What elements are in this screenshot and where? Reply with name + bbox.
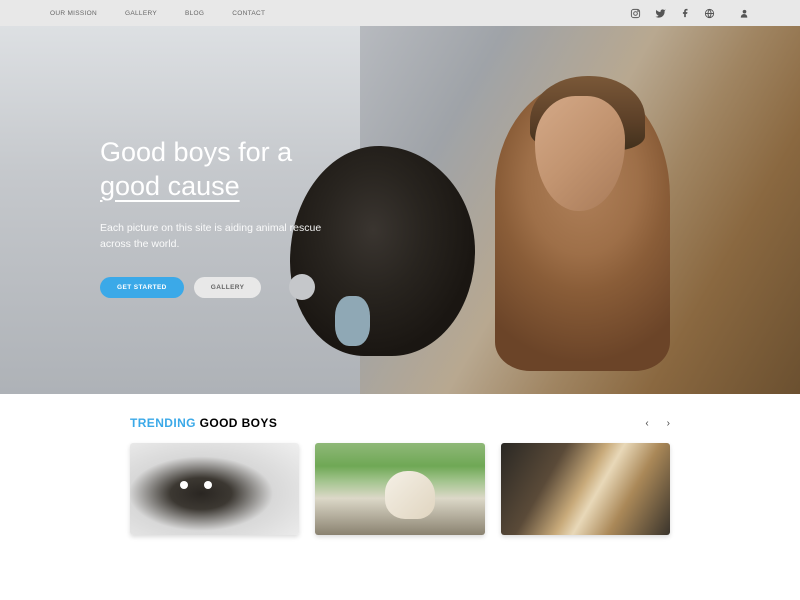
user-icon[interactable]	[739, 8, 750, 19]
hero-section: Good boys for a good cause Each picture …	[0, 26, 800, 394]
carousel-prev-icon[interactable]: ‹	[645, 418, 648, 429]
trending-header: TRENDING GOOD BOYS ‹ ›	[130, 416, 670, 430]
trending-cards	[130, 443, 670, 535]
trending-section: TRENDING GOOD BOYS ‹ ›	[0, 394, 800, 535]
carousel-next-icon[interactable]: ›	[667, 418, 670, 429]
hero-buttons: GET STARTED GALLERY	[100, 274, 330, 300]
trending-card-2[interactable]	[315, 443, 484, 535]
nav-links: OUR MISSION GALLERY BLOG CONTACT	[50, 10, 265, 17]
get-started-button[interactable]: GET STARTED	[100, 277, 184, 298]
hero-subtitle: Each picture on this site is aiding anim…	[100, 220, 330, 253]
nav-blog[interactable]: BLOG	[185, 10, 204, 17]
hero-title: Good boys for a good cause	[100, 136, 330, 204]
nav-mission[interactable]: OUR MISSION	[50, 10, 97, 17]
facebook-icon[interactable]	[680, 8, 690, 18]
trending-title: TRENDING GOOD BOYS	[130, 416, 277, 430]
trending-card-1[interactable]	[130, 443, 299, 535]
top-navbar: OUR MISSION GALLERY BLOG CONTACT	[0, 0, 800, 26]
carousel-nav: ‹ ›	[645, 418, 670, 429]
trending-card-3[interactable]	[501, 443, 670, 535]
twitter-icon[interactable]	[655, 8, 666, 19]
globe-icon[interactable]	[704, 8, 715, 19]
social-icons	[630, 8, 750, 19]
instagram-icon[interactable]	[630, 8, 641, 19]
nav-contact[interactable]: CONTACT	[232, 10, 265, 17]
hero-content: Good boys for a good cause Each picture …	[100, 136, 330, 300]
carousel-indicator[interactable]	[289, 274, 315, 300]
nav-gallery[interactable]: GALLERY	[125, 10, 157, 17]
gallery-button[interactable]: GALLERY	[194, 277, 262, 298]
